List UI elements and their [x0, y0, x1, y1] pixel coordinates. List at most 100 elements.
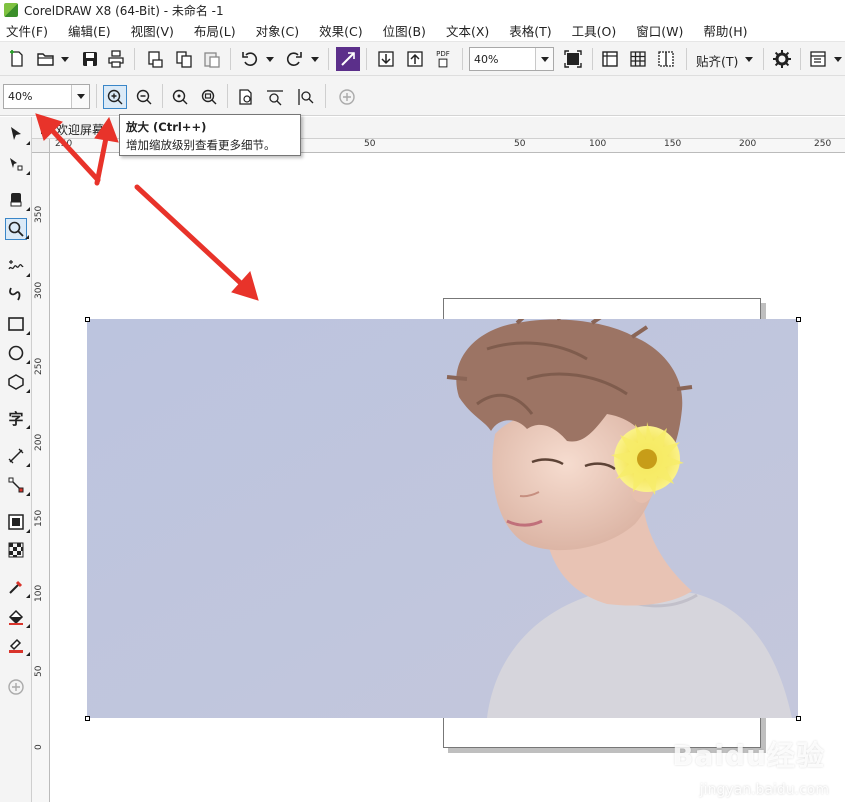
menu-view[interactable]: 视图(V): [131, 21, 174, 40]
pick-tool[interactable]: [5, 123, 30, 145]
import-button[interactable]: [374, 47, 398, 71]
eraser-tool[interactable]: [5, 189, 30, 211]
snap-to-dropdown-icon[interactable]: [745, 57, 753, 62]
new-document-button[interactable]: [5, 47, 29, 71]
rectangle-icon: [8, 317, 24, 331]
ruler-h-label: 50: [364, 139, 376, 149]
flyout-indicator-icon: [26, 529, 30, 533]
ruler-origin[interactable]: [32, 139, 50, 153]
pointer-icon: [11, 127, 21, 140]
flyout-indicator-icon: [25, 235, 29, 239]
menu-file[interactable]: 文件(F): [6, 21, 48, 40]
print-button[interactable]: [104, 47, 128, 71]
connector-tool[interactable]: [5, 474, 30, 496]
open-button[interactable]: [34, 47, 58, 71]
zoom-level-dropdown[interactable]: [71, 85, 89, 108]
menu-tools[interactable]: 工具(O): [572, 21, 617, 40]
rectangle-tool[interactable]: [5, 313, 30, 335]
show-guidelines-button[interactable]: [654, 47, 678, 71]
tooltip-description: 增加缩放级别查看更多细节。: [126, 138, 276, 152]
parallel-dimension-tool[interactable]: [5, 445, 30, 467]
artistic-media-tool[interactable]: [5, 283, 27, 305]
zoom-levels-dropdown[interactable]: [535, 48, 553, 70]
zoom-to-page-width-button[interactable]: [263, 85, 287, 109]
ruler-v-label: 250: [34, 357, 44, 375]
zoom-all-icon: [201, 89, 217, 105]
open-dropdown-icon[interactable]: [61, 57, 69, 62]
menu-text[interactable]: 文本(X): [446, 21, 489, 40]
polygon-icon: [8, 374, 24, 390]
show-grid-button[interactable]: [626, 47, 650, 71]
connector-icon: [8, 477, 24, 493]
show-rulers-button[interactable]: [598, 47, 622, 71]
toolbar-separator: [328, 48, 329, 70]
polygon-tool[interactable]: [5, 371, 30, 393]
tab-welcome-screen[interactable]: 欢迎屏幕: [36, 119, 112, 139]
vertical-ruler[interactable]: 350 300 250 200 150 100 50 0: [32, 153, 50, 802]
smart-fill-tool[interactable]: [5, 634, 30, 656]
export-button[interactable]: [403, 47, 427, 71]
selection-handle-top-left[interactable]: [85, 317, 90, 322]
menu-help[interactable]: 帮助(H): [703, 21, 747, 40]
eraser-icon: [10, 193, 22, 207]
color-eyedropper-tool[interactable]: [5, 576, 30, 598]
add-tool-button[interactable]: [5, 676, 27, 698]
redo-dropdown-icon[interactable]: [311, 57, 319, 62]
interactive-fill-tool[interactable]: [5, 606, 30, 628]
undo-dropdown-icon[interactable]: [266, 57, 274, 62]
drop-shadow-tool[interactable]: [5, 511, 30, 533]
menu-edit[interactable]: 编辑(E): [68, 21, 111, 40]
zoom-to-page-button[interactable]: [234, 85, 258, 109]
snap-to-button[interactable]: 贴齐(T): [696, 51, 738, 70]
redo-button[interactable]: [282, 47, 306, 71]
quick-customize-button[interactable]: [335, 85, 359, 109]
search-content-button[interactable]: [336, 47, 360, 71]
application-launcher-button[interactable]: [806, 47, 830, 71]
zoom-to-all-objects-button[interactable]: [197, 85, 221, 109]
chevron-down-icon: [76, 94, 85, 99]
selection-handle-bottom-left[interactable]: [85, 716, 90, 721]
zoom-out-button[interactable]: [132, 85, 156, 109]
options-button[interactable]: [770, 47, 794, 71]
zoom-to-selected-button[interactable]: [168, 85, 192, 109]
zoom-levels-combo[interactable]: 40%: [469, 47, 554, 71]
toolbox: 字: [0, 117, 32, 802]
freehand-tool[interactable]: [5, 255, 30, 277]
toolbar-separator: [800, 48, 801, 70]
zoom-level-combo[interactable]: 40%: [3, 84, 90, 109]
ruler-v-label: 50: [34, 665, 44, 677]
cut-button[interactable]: [144, 47, 168, 71]
smart-fill-icon: [9, 638, 23, 653]
undo-button[interactable]: [238, 47, 262, 71]
zoom-selected-icon: [172, 89, 188, 105]
new-document-icon: [10, 50, 23, 67]
save-icon: [83, 52, 97, 66]
selection-handle-bottom-right[interactable]: [796, 716, 801, 721]
full-screen-preview-button[interactable]: [561, 47, 585, 71]
export-icon: [407, 51, 423, 67]
selection-handle-top-right[interactable]: [796, 317, 801, 322]
menu-window[interactable]: 窗口(W): [636, 21, 683, 40]
paste-button[interactable]: [200, 47, 224, 71]
ellipse-icon: [8, 345, 24, 361]
zoom-in-button[interactable]: [103, 85, 127, 109]
freehand-icon: [8, 260, 24, 270]
transparency-tool[interactable]: [5, 539, 27, 561]
flyout-indicator-icon: [26, 141, 30, 145]
menu-object[interactable]: 对象(C): [256, 21, 299, 40]
copy-button[interactable]: [172, 47, 196, 71]
menu-table[interactable]: 表格(T): [509, 21, 551, 40]
zoom-tool[interactable]: [5, 218, 29, 240]
publish-pdf-button[interactable]: PDF: [431, 47, 455, 71]
shape-tool[interactable]: [5, 153, 30, 175]
launcher-dropdown-icon[interactable]: [834, 57, 842, 62]
ellipse-tool[interactable]: [5, 342, 30, 364]
imported-photo[interactable]: [87, 319, 798, 718]
menu-bitmaps[interactable]: 位图(B): [383, 21, 426, 40]
text-tool[interactable]: 字: [5, 407, 30, 429]
save-button[interactable]: [78, 47, 102, 71]
zoom-to-page-height-button[interactable]: [293, 85, 317, 109]
pdf-icon: [438, 58, 448, 68]
menu-layout[interactable]: 布局(L): [194, 21, 236, 40]
menu-effects[interactable]: 效果(C): [319, 21, 362, 40]
